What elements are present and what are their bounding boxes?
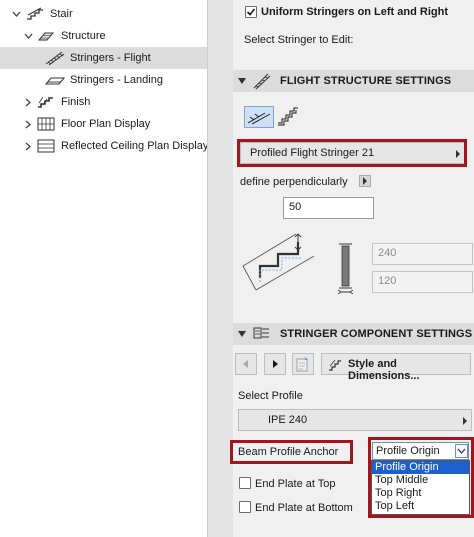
- uniform-stringers-label: Uniform Stringers on Left and Right: [261, 6, 448, 18]
- straight-stringer-type-button[interactable]: [244, 106, 274, 128]
- select-profile-label: Select Profile: [238, 390, 303, 402]
- straight-stringer-icon: [247, 112, 271, 125]
- stringer-component-header[interactable]: STRINGER COMPONENT SETTINGS: [233, 323, 474, 345]
- structure-icon: [37, 29, 55, 43]
- thickness-input[interactable]: 50: [283, 197, 374, 219]
- arrow-left-icon: [243, 360, 248, 368]
- tree-item-label: Stair: [50, 8, 73, 20]
- chevron-right-icon[interactable]: [22, 118, 34, 130]
- profiled-stringer-type-button[interactable]: [275, 106, 301, 128]
- select-profile-popup[interactable]: IPE 240: [238, 409, 472, 431]
- chevron-right-icon[interactable]: [22, 96, 34, 108]
- highlight-frame: [237, 139, 467, 167]
- settings-tree: Stair Structure Stringers - Flight Strin…: [0, 0, 207, 537]
- stringer-profile-diagram: [337, 242, 355, 295]
- tree-item-stair[interactable]: Stair: [0, 3, 207, 25]
- chevron-down-icon[interactable]: [22, 30, 34, 42]
- uniform-stringers-checkbox[interactable]: [245, 6, 257, 18]
- define-perpendicular-toggle[interactable]: [359, 175, 371, 187]
- style-icon: [327, 357, 343, 376]
- tree-item-label: Finish: [61, 96, 91, 108]
- highlight-frame: [230, 440, 353, 464]
- chevron-right-icon[interactable]: [22, 140, 34, 152]
- profiled-stringer-icon: [278, 107, 298, 126]
- tree-item-structure[interactable]: Structure: [0, 25, 207, 47]
- highlight-frame: [368, 437, 474, 518]
- end-plate-bottom-checkbox[interactable]: [239, 501, 251, 513]
- tree-item-label: Structure: [61, 30, 106, 42]
- tree-item-stringers-landing[interactable]: Stringers - Landing: [0, 69, 207, 91]
- settings-panel: Uniform Stringers on Left and Right Sele…: [230, 0, 474, 537]
- end-plate-bottom-label: End Plate at Bottom: [255, 502, 353, 514]
- arrow-right-icon: [273, 360, 278, 368]
- profile-value: IPE 240: [268, 414, 308, 426]
- flight-structure-header[interactable]: FLIGHT STRUCTURE SETTINGS: [233, 70, 474, 92]
- checkmark-icon: [246, 8, 256, 16]
- end-plate-top-label: End Plate at Top: [255, 478, 336, 490]
- stringer-flight-icon: [45, 50, 65, 66]
- stair-icon: [26, 7, 44, 21]
- end-plate-top-checkbox[interactable]: [239, 477, 251, 489]
- collapse-triangle-icon: [238, 331, 246, 337]
- select-stringer-label: Select Stringer to Edit:: [244, 34, 354, 46]
- flight-structure-icon: [253, 72, 271, 93]
- collapse-triangle-icon: [238, 78, 246, 84]
- height-input[interactable]: 240: [372, 243, 473, 265]
- flight-stringer-diagram: [240, 226, 316, 292]
- favorites-button[interactable]: [292, 353, 314, 375]
- arrow-right-icon: [363, 177, 367, 185]
- document-icon: [296, 357, 308, 372]
- next-component-button[interactable]: [264, 353, 286, 375]
- style-and-dimensions-button[interactable]: Style and Dimensions...: [321, 353, 471, 382]
- ceiling-plan-icon: [37, 139, 55, 153]
- tree-item-label: Floor Plan Display: [61, 118, 151, 130]
- arrow-right-icon: [463, 417, 467, 425]
- previous-component-button[interactable]: [235, 353, 257, 375]
- stringer-landing-icon: [44, 73, 66, 87]
- tree-item-label: Reflected Ceiling Plan Display: [61, 140, 207, 152]
- stringer-component-icon: [253, 325, 271, 346]
- tree-item-label: Stringers - Landing: [70, 74, 163, 86]
- chevron-down-icon[interactable]: [10, 8, 22, 20]
- define-perpendicular-label: define perpendicularly: [240, 176, 348, 188]
- tree-item-label: Stringers - Flight: [70, 52, 151, 64]
- floor-plan-icon: [37, 117, 55, 131]
- finish-icon: [37, 94, 55, 108]
- tree-item-finish[interactable]: Finish: [0, 91, 207, 113]
- width-input[interactable]: 120: [372, 271, 473, 293]
- tree-item-ceiling-plan-display[interactable]: Reflected Ceiling Plan Display: [0, 135, 207, 157]
- tree-item-stringers-flight[interactable]: Stringers - Flight: [0, 47, 207, 69]
- tree-item-floor-plan-display[interactable]: Floor Plan Display: [0, 113, 207, 135]
